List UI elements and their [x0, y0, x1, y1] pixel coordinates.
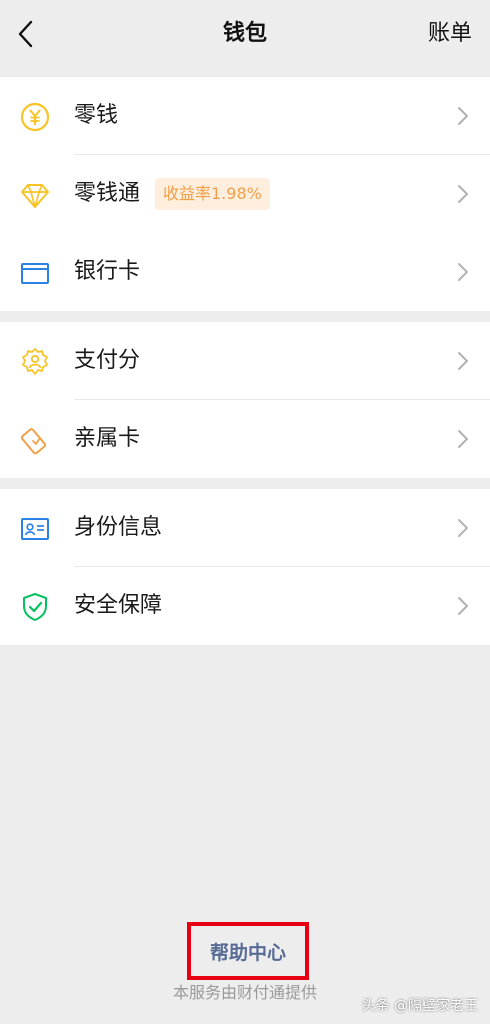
watermark: 头条 @隔壁家老王 — [361, 998, 478, 1014]
wallet-group-credit: 支付分 亲属卡 — [0, 322, 490, 478]
shield-check-icon — [20, 592, 50, 622]
row-label: 零钱通 — [74, 181, 141, 206]
back-button[interactable] — [10, 17, 40, 51]
badge-score-icon — [20, 347, 50, 377]
chevron-right-icon — [458, 107, 468, 125]
bank-card-icon — [20, 258, 50, 288]
chevron-right-icon — [458, 185, 468, 203]
row-label: 安全保障 — [74, 593, 163, 618]
nav-bar: 钱包 账单 — [0, 0, 490, 70]
id-card-icon — [20, 514, 50, 544]
chevron-right-icon — [458, 430, 468, 448]
family-card-icon — [20, 425, 50, 455]
yield-rate-badge: 收益率1.98% — [155, 178, 270, 210]
bill-button[interactable]: 账单 — [428, 18, 472, 50]
chevron-right-icon — [458, 352, 468, 370]
row-label: 零钱 — [74, 103, 119, 128]
chevron-right-icon — [458, 597, 468, 615]
diamond-icon — [20, 180, 50, 210]
help-center-link[interactable]: 帮助中心 — [187, 922, 309, 980]
row-change[interactable]: 零钱 — [0, 77, 490, 155]
row-security[interactable]: 安全保障 — [0, 567, 490, 645]
row-label: 银行卡 — [74, 259, 141, 284]
chevron-right-icon — [458, 263, 468, 281]
wallet-group-security: 身份信息 安全保障 — [0, 489, 490, 645]
row-label: 支付分 — [74, 348, 141, 373]
row-identity-info[interactable]: 身份信息 — [0, 489, 490, 567]
yuan-coin-icon — [20, 102, 50, 132]
row-pay-score[interactable]: 支付分 — [0, 322, 490, 400]
row-bank-card[interactable]: 银行卡 — [0, 233, 490, 311]
help-center-label: 帮助中心 — [209, 941, 286, 964]
row-label: 亲属卡 — [74, 426, 141, 451]
chevron-left-icon — [18, 20, 33, 48]
chevron-right-icon — [458, 519, 468, 537]
row-family-card[interactable]: 亲属卡 — [0, 400, 490, 478]
row-label: 身份信息 — [74, 515, 163, 540]
page-title: 钱包 — [222, 21, 267, 46]
